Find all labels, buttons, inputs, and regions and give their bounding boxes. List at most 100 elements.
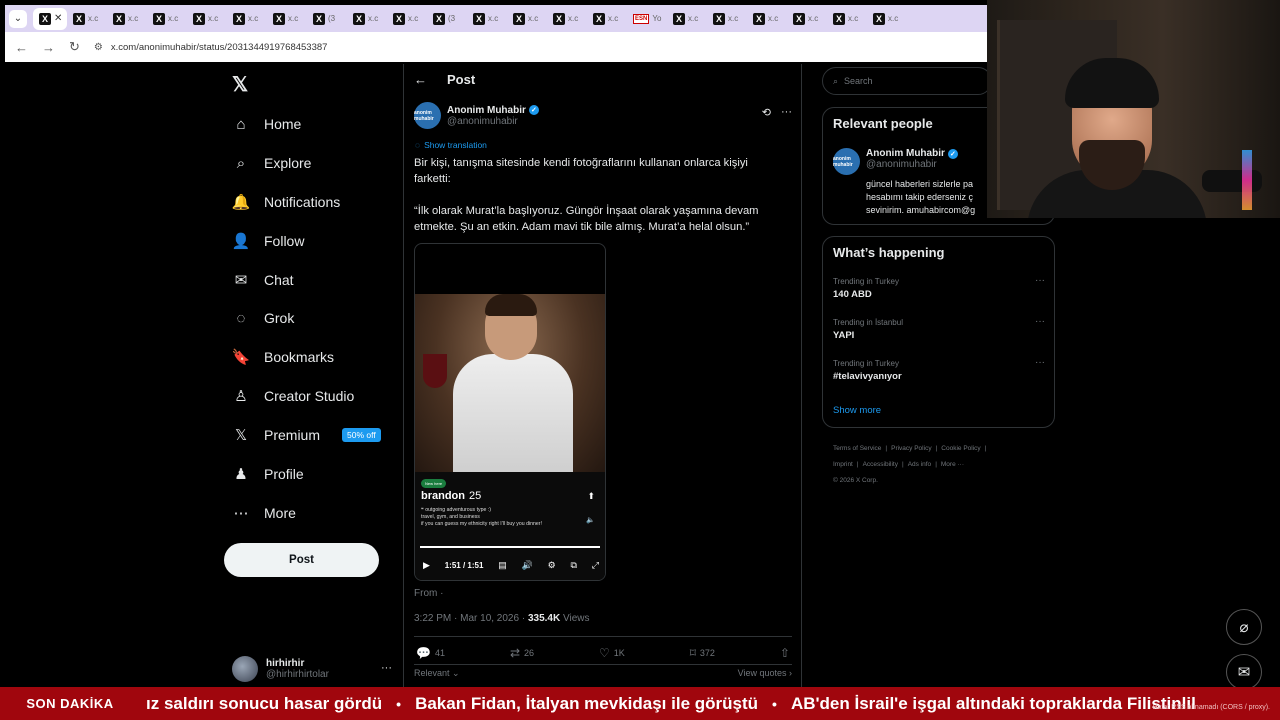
footer-link[interactable]: Terms of Service [833, 445, 881, 452]
bookmark-button[interactable]: ⌑ 372 [690, 646, 715, 660]
footer-link[interactable]: Privacy Policy [891, 445, 931, 452]
account-switcher[interactable]: hirhirhir @hirhirhirtolar ··· [232, 656, 392, 682]
volume-icon[interactable]: 🔊 [522, 560, 533, 571]
nav-item-profile[interactable]: ♟ Profile [232, 462, 303, 486]
view-quotes-link[interactable]: View quotes › [738, 668, 792, 679]
author-avatar[interactable]: anonim muhabir [414, 102, 441, 129]
footer-link[interactable]: Cookie Policy [941, 445, 980, 452]
whats-happening-title: What’s happening [833, 245, 945, 260]
back-arrow-icon[interactable]: ← [414, 72, 427, 87]
tab-search-dropdown-icon[interactable]: ⌄ [9, 9, 27, 28]
play-icon[interactable]: ▶ [423, 560, 430, 571]
browser-tab[interactable]: Xx.c [67, 8, 107, 30]
browser-tab[interactable]: Xx.c [867, 8, 907, 30]
fullscreen-icon[interactable]: ⤢ [592, 560, 599, 571]
more-icon[interactable]: ··· [1035, 357, 1045, 368]
settings-icon[interactable]: ⚙ [548, 560, 556, 571]
more-icon: ⋯ [233, 505, 249, 522]
show-more-link[interactable]: Show more [833, 405, 881, 416]
browser-tab[interactable]: Xx.c [507, 8, 547, 30]
browser-tab[interactable]: Xx.c [707, 8, 747, 30]
x-favicon-icon: X [673, 12, 685, 25]
video-player[interactable]: New here brandon 25 ⬆ ❝ outgoing adventu… [414, 243, 606, 581]
repost-icon: ⇄ [509, 646, 520, 660]
back-icon[interactable]: ← [15, 40, 28, 55]
browser-tab[interactable]: Xx.c [667, 8, 707, 30]
browser-tab[interactable]: Xx.c [347, 8, 387, 30]
video-progress-bar[interactable] [420, 546, 600, 548]
site-info-icon[interactable]: ⚙ [94, 42, 103, 53]
nav-item-follow[interactable]: 👤 Follow [232, 229, 305, 253]
video-profile-name: brandon 25 [421, 490, 481, 502]
messages-floating-button[interactable]: ✉ [1226, 654, 1262, 690]
nav-item-more[interactable]: ⋯ More [232, 501, 296, 525]
video-bio: ❝ outgoing adventurous type :) travel, g… [421, 507, 542, 527]
x-logo-icon[interactable]: 𝕏 [232, 72, 248, 97]
video-sound-icon: 🔈 [586, 517, 595, 524]
person-bio: güncel haberleri sizlerle pa hesabımı ta… [866, 179, 976, 215]
author-handle[interactable]: @anonimuhabir [447, 116, 539, 127]
tab-close-icon[interactable]: ✕ [54, 13, 62, 24]
browser-tab[interactable]: Xx.c [147, 8, 187, 30]
browser-tab[interactable]: Xx.c [267, 8, 307, 30]
search-input[interactable]: ⌕ Search [822, 67, 992, 95]
nav-item-explore[interactable]: ⌕ Explore [232, 151, 312, 175]
more-icon[interactable]: ··· [781, 106, 792, 119]
footer-link[interactable]: More ··· [941, 461, 964, 468]
pip-icon[interactable]: ⧉ [571, 560, 577, 571]
trend-item[interactable]: Trending in Turkey #telavivyanıyor ··· [833, 357, 1045, 382]
grok-floating-button[interactable]: ⌀ [1226, 609, 1262, 645]
nav-item-label: Premium [264, 427, 321, 443]
browser-tab[interactable]: X (3 [427, 8, 467, 30]
url-field[interactable]: ⚙ x.com/anonimuhabir/status/203134491976… [94, 42, 328, 53]
browser-tab[interactable]: Xx.c [547, 8, 587, 30]
share-button[interactable]: ⇧ [780, 646, 790, 660]
more-icon[interactable]: ··· [381, 662, 392, 674]
browser-tab[interactable]: Xx.c [787, 8, 827, 30]
browser-tab[interactable]: Xx.c [107, 8, 147, 30]
browser-tab[interactable]: Xx.c [387, 8, 427, 30]
bookmark-count: 372 [699, 648, 715, 658]
nav-item-chat[interactable]: ✉ Chat [232, 268, 294, 292]
browser-tab[interactable]: Xx.c [227, 8, 267, 30]
repost-button[interactable]: ⇄ 26 [510, 646, 534, 660]
show-translation-link[interactable]: ◌ Show translation [415, 140, 487, 150]
from-value[interactable]: · [440, 588, 443, 599]
bookmark-icon: ⌑ [689, 646, 696, 660]
reply-button[interactable]: 💬 41 [416, 646, 445, 660]
nav-item-premium[interactable]: 𝕏 Premium 50% off [232, 423, 381, 447]
sort-relevant-dropdown[interactable]: Relevant ⌄ [414, 668, 460, 679]
captions-icon[interactable]: ▤ [498, 560, 507, 571]
forward-icon[interactable]: → [42, 40, 55, 55]
more-icon[interactable]: ··· [1035, 275, 1045, 286]
browser-tab[interactable]: Xx.c [187, 8, 227, 30]
nav-item-creator-studio[interactable]: ♙ Creator Studio [232, 384, 354, 408]
trend-item[interactable]: Trending in İstanbul YAPI ··· [833, 316, 1045, 341]
reload-icon[interactable]: ↻ [69, 39, 80, 55]
url-text: x.com/anonimuhabir/status/20313449197684… [110, 41, 328, 53]
footer-link[interactable]: Imprint [833, 461, 853, 468]
nav-item-notifications[interactable]: 🔔 Notifications [232, 190, 341, 214]
like-button[interactable]: ♡ 1K [599, 646, 625, 660]
footer-link[interactable]: Ads info [908, 461, 932, 468]
post-button[interactable]: Post [224, 543, 379, 577]
trend-item[interactable]: Trending in Turkey 140 ABD ··· [833, 275, 1045, 300]
footer-link[interactable]: Accessibility [863, 461, 898, 468]
nav-item-home[interactable]: ⌂ Home [232, 112, 301, 136]
divider [414, 636, 792, 637]
browser-tab[interactable]: X (3 [307, 8, 347, 30]
more-icon[interactable]: ··· [1035, 316, 1045, 327]
browser-tab[interactable]: ESN Yo [627, 8, 667, 30]
footer-link[interactable]: © 2026 X Corp. [833, 477, 878, 484]
author-name-row[interactable]: Anonim Muhabir ✓ [447, 105, 539, 116]
grok-icon[interactable]: ⟲ [762, 106, 771, 119]
browser-tab[interactable]: Xx.c [467, 8, 507, 30]
relevant-person[interactable]: anonim muhabir Anonim Muhabir ✓ @anonimu… [833, 148, 958, 175]
browser-tab[interactable]: Xx.c [827, 8, 867, 30]
browser-tab[interactable]: Xx.c [747, 8, 787, 30]
nav-item-bookmarks[interactable]: 🔖 Bookmarks [232, 345, 334, 369]
browser-tab-active[interactable]: X ✕ [33, 7, 67, 30]
browser-tab[interactable]: Xx.c [587, 8, 627, 30]
post-timestamp[interactable]: 3:22 PM · Mar 10, 2026 · [414, 613, 525, 624]
nav-item-grok[interactable]: ◌ Grok [232, 306, 295, 330]
